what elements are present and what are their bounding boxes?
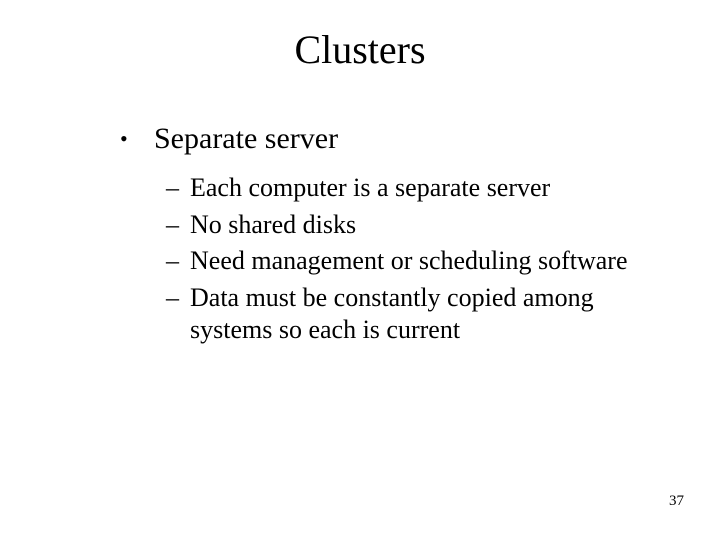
sub-bullet-text: Data must be constantly copied among sys…: [190, 282, 660, 347]
sub-bullet-text: No shared disks: [190, 209, 660, 242]
bullet-glyph: •: [120, 120, 154, 158]
dash-glyph: –: [166, 172, 190, 205]
sub-bullet-item: – Each computer is a separate server: [166, 172, 660, 205]
dash-glyph: –: [166, 209, 190, 242]
slide: Clusters • Separate server – Each comput…: [0, 0, 720, 540]
slide-content: • Separate server – Each computer is a s…: [120, 120, 660, 351]
slide-title: Clusters: [0, 26, 720, 73]
sub-bullet-item: – Data must be constantly copied among s…: [166, 282, 660, 347]
dash-glyph: –: [166, 245, 190, 278]
page-number: 37: [669, 493, 684, 510]
sub-bullet-item: – Need management or scheduling software: [166, 245, 660, 278]
bullet-item: • Separate server: [120, 120, 660, 158]
sub-bullet-item: – No shared disks: [166, 209, 660, 242]
dash-glyph: –: [166, 282, 190, 315]
bullet-text: Separate server: [154, 120, 660, 158]
sub-bullet-text: Each computer is a separate server: [190, 172, 660, 205]
sub-bullet-text: Need management or scheduling software: [190, 245, 660, 278]
sub-bullet-list: – Each computer is a separate server – N…: [166, 172, 660, 347]
